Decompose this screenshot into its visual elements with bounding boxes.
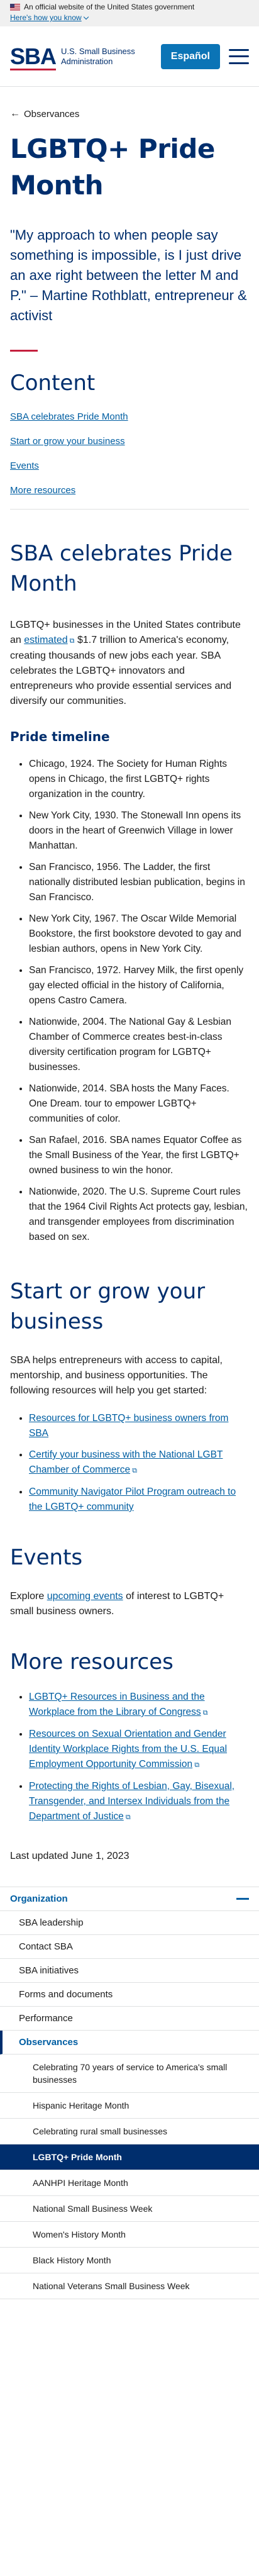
text-fragment: Explore [10,1591,47,1602]
external-link-icon: ⧉ [192,1761,200,1769]
estimated-link[interactable]: estimated [24,635,67,645]
list-item: San Francisco, 1956. The Ladder, the fir… [29,860,249,905]
more-resources-links: LGBTQ+ Resources in Business and the Wor… [10,1690,249,1825]
library-of-congress-link[interactable]: LGBTQ+ Resources in Business and the Wor… [29,1692,205,1717]
section-title-celebrates: SBA celebrates Pride Month [10,541,233,596]
back-link: Observances [24,108,80,120]
hamburger-menu-icon[interactable] [229,48,249,64]
timeline-title: Pride timeline [10,729,110,744]
toc-link-start-grow[interactable]: Start or grow your business [10,436,125,447]
page-quote: "My approach to when people say somethin… [10,227,247,323]
list-item: Certify your business with the National … [29,1447,249,1478]
logo-line-1: U.S. Small Business [61,46,135,56]
side-nav-sub-pride-month[interactable]: LGBTQ+ Pride Month [0,2144,259,2170]
side-nav-sub-70-years[interactable]: Celebrating 70 years of service to Ameri… [0,2055,259,2093]
side-nav-sub-veterans-week[interactable]: National Veterans Small Business Week [0,2273,259,2299]
logo-mark: SBA [10,43,57,70]
toc-link-events[interactable]: Events [10,460,39,471]
page-title: LGBTQ+ Pride Month [10,133,215,201]
events-paragraph: Explore upcoming events of interest to L… [10,1589,249,1619]
start-grow-links: Resources for LGBTQ+ business owners fro… [10,1411,249,1515]
timeline-list: Chicago, 1924. The Society for Human Rig… [10,757,249,1245]
side-nav-sub-womens-history[interactable]: Women's History Month [0,2222,259,2248]
community-navigator-link[interactable]: Community Navigator Pilot Program outrea… [29,1486,236,1512]
main-content: ← Observances LGBTQ+ Pride Month "My app… [0,108,259,1864]
external-link-icon: ⧉ [201,1709,208,1717]
table-of-contents: SBA celebrates Pride Month Start or grow… [10,411,249,497]
side-nav-item-forms[interactable]: Forms and documents [0,1983,259,2007]
gov-banner: An official website of the United States… [0,0,259,26]
side-nav-item-performance[interactable]: Performance [0,2007,259,2031]
side-nav-sub-aanhpi[interactable]: AANHPI Heritage Month [0,2170,259,2196]
arrow-left-icon: ← [10,108,20,119]
list-item: New York City, 1967. The Oscar Wilde Mem… [29,912,249,957]
start-grow-paragraph: SBA helps entrepreneurs with access to c… [10,1355,223,1396]
side-nav-sub-black-history[interactable]: Black History Month [0,2248,259,2273]
external-link-icon: ⧉ [130,1467,137,1475]
list-item: San Francisco, 1972. Harvey Milk, the fi… [29,963,249,1008]
celebrates-paragraph: LGBTQ+ businesses in the United States c… [10,618,249,709]
chevron-down-icon [83,14,89,20]
collapse-icon [236,1898,249,1900]
how-you-know-label: Here's how you know [10,13,82,22]
list-item: Chicago, 1924. The Society for Human Rig… [29,757,249,802]
section-title-more-resources: More resources [10,1649,174,1675]
logo-text: U.S. Small Business Administration [61,47,135,67]
toc-title: Content [10,371,96,396]
side-navigation: Organization SBA leadership Contact SBA … [0,1887,259,2299]
sba-lgbtq-resources-link[interactable]: Resources for LGBTQ+ business owners fro… [29,1413,228,1439]
external-link-icon: ⧉ [123,1814,131,1821]
list-item: New York City, 1930. The Stonewall Inn o… [29,808,249,854]
section-title-start-grow: Start or grow your business [10,1279,206,1334]
red-divider [10,350,38,352]
side-nav-title: Organization [10,1893,68,1904]
side-nav-sub-small-business-week[interactable]: National Small Business Week [0,2196,259,2222]
gov-banner-text: An official website of the United States… [24,3,195,11]
list-item: Nationwide, 2014. SBA hosts the Many Fac… [29,1081,249,1127]
side-nav-item-contact[interactable]: Contact SBA [0,1935,259,1959]
list-item: Resources for LGBTQ+ business owners fro… [29,1411,249,1441]
nglcc-certify-link[interactable]: Certify your business with the National … [29,1449,223,1475]
last-updated: Last updated June 1, 2023 [10,1851,130,1861]
list-item: Nationwide, 2020. The U.S. Supreme Court… [29,1185,249,1245]
upcoming-events-link[interactable]: upcoming events [47,1591,123,1602]
doj-link[interactable]: Protecting the Rights of Lesbian, Gay, B… [29,1781,234,1822]
list-item: Protecting the Rights of Lesbian, Gay, B… [29,1779,249,1825]
side-nav-item-leadership[interactable]: SBA leadership [0,1911,259,1935]
external-link-icon: ⧉ [67,637,75,645]
breadcrumb-back[interactable]: ← Observances [10,108,249,120]
side-nav-item-initiatives[interactable]: SBA initiatives [0,1959,259,1983]
list-item: Nationwide, 2004. The National Gay & Les… [29,1015,249,1075]
section-title-events: Events [10,1545,83,1570]
logo-line-2: Administration [61,56,113,66]
side-nav-item-observances[interactable]: Observances [0,2031,259,2055]
how-you-know-toggle[interactable]: Here's how you know [10,13,89,23]
site-header: SBA U.S. Small Business Administration E… [0,26,259,87]
list-item: Resources on Sexual Orientation and Gend… [29,1727,249,1773]
text-fragment: $1.7 trillion to America's economy, crea… [10,635,232,706]
side-nav-sub-rural[interactable]: Celebrating rural small businesses [0,2119,259,2144]
toc-link-celebrates[interactable]: SBA celebrates Pride Month [10,411,128,422]
sba-logo[interactable]: SBA U.S. Small Business Administration [10,43,135,70]
divider [10,509,249,510]
side-nav-sub-hispanic-heritage[interactable]: Hispanic Heritage Month [0,2093,259,2119]
language-button[interactable]: Español [160,43,220,69]
list-item: Community Navigator Pilot Program outrea… [29,1485,249,1515]
side-nav-header[interactable]: Organization [0,1887,259,1911]
us-flag-icon [10,4,20,11]
list-item: LGBTQ+ Resources in Business and the Wor… [29,1690,249,1720]
list-item: San Rafael, 2016. SBA names Equator Coff… [29,1133,249,1178]
toc-link-more-resources[interactable]: More resources [10,485,75,496]
